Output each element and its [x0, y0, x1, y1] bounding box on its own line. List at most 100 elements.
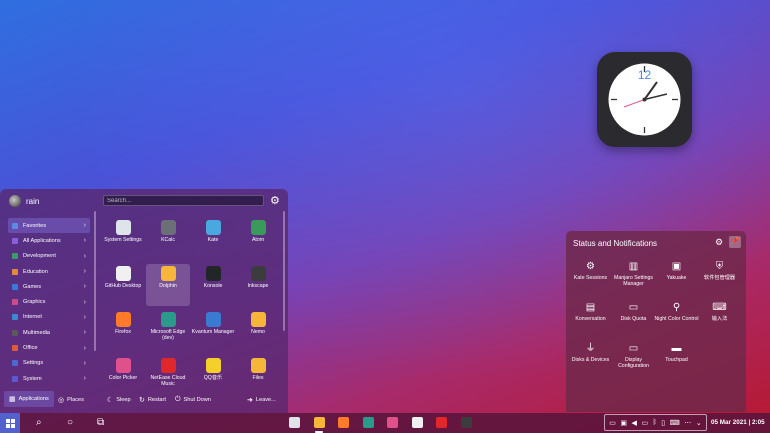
status-item[interactable]: ⌨ 输入法 — [697, 302, 742, 322]
app-item[interactable]: Kvantum Manager — [191, 310, 235, 352]
category-item[interactable]: System › — [8, 371, 90, 386]
category-item[interactable]: All Applications › — [8, 233, 90, 248]
category-label: Multimedia — [23, 329, 51, 336]
app-label: QQ音乐 — [203, 375, 223, 381]
category-item[interactable]: Internet › — [8, 310, 90, 325]
terminal-icon: ▣ — [671, 261, 682, 272]
clipboard-icon[interactable]: ▣ — [620, 419, 627, 427]
category-item[interactable]: Favorites › — [8, 218, 90, 234]
taskbar-app-github[interactable] — [411, 417, 423, 428]
power-icon: ⏻ — [175, 396, 181, 403]
taskbar-app-files[interactable] — [313, 417, 325, 428]
taskbar-clock[interactable]: 05 Mar 2021 | 2:05 — [711, 419, 765, 426]
manjaro-icon: ▥ — [628, 261, 639, 272]
taskbar-app-settings[interactable] — [289, 417, 300, 428]
search-input[interactable] — [103, 195, 264, 206]
category-item[interactable]: Settings › — [8, 356, 90, 371]
volume-icon[interactable]: ◀ — [632, 419, 637, 427]
status-item[interactable]: ▣ Yakuake — [654, 261, 699, 281]
task-view-icon[interactable]: ⧉ — [97, 418, 104, 428]
chevron-right-icon: › — [83, 268, 86, 276]
taskbar-app-netease-music[interactable] — [436, 417, 447, 428]
moon-icon: ☾ — [107, 397, 114, 404]
app-icon — [205, 220, 221, 235]
bluetooth-icon[interactable]: ᛒ — [653, 419, 657, 426]
user-name: rain — [26, 196, 40, 206]
app-item[interactable]: KCalc — [146, 218, 190, 260]
pin-icon[interactable]: 📌 — [729, 236, 741, 248]
app-label: Kate — [207, 237, 219, 243]
phone-icon[interactable]: ▯ — [661, 419, 665, 427]
taskbar-app-color-picker[interactable] — [387, 417, 398, 428]
taskbar-app-edge[interactable] — [362, 417, 374, 428]
app-item[interactable]: Kate — [191, 218, 235, 260]
app-label: Atom — [251, 237, 265, 243]
sleep-button[interactable]: ☾ Sleep — [107, 396, 131, 404]
category-item[interactable]: Office › — [8, 340, 90, 355]
category-scrollbar[interactable] — [94, 211, 96, 351]
category-icon — [12, 345, 18, 352]
category-item[interactable]: Games › — [8, 279, 90, 294]
category-item[interactable]: Multimedia › — [8, 325, 90, 340]
taskbar-app-inkscape[interactable] — [460, 417, 472, 428]
app-icon — [115, 358, 131, 373]
battery-icon[interactable]: ▭ — [641, 419, 648, 427]
status-item[interactable]: ⚲ Night Color Control — [654, 302, 699, 322]
shield-icon: ⛨ — [715, 261, 724, 272]
applications-tab-label: Applications — [18, 396, 49, 402]
app-label: Konsole — [203, 283, 223, 289]
gear-icon[interactable]: ⚙ — [715, 237, 723, 248]
app-scrollbar[interactable] — [283, 211, 285, 331]
app-item[interactable]: System Settings — [101, 218, 145, 260]
app-item[interactable]: GitHub Desktop — [101, 264, 145, 306]
category-item[interactable]: Education › — [8, 264, 90, 279]
cortana-circle-icon[interactable]: ○ — [67, 418, 73, 428]
gear-icon[interactable]: ⚙ — [270, 194, 280, 207]
chevron-right-icon: › — [83, 283, 86, 291]
network-icon[interactable]: ⋯ — [684, 419, 691, 427]
app-icon — [160, 358, 176, 373]
start-button[interactable] — [0, 413, 20, 433]
app-item[interactable]: Dolphin — [146, 264, 190, 306]
restart-button[interactable]: ↻ Restart — [139, 396, 166, 404]
status-item[interactable]: ▬ Touchpad — [654, 343, 699, 363]
kate-sessions-icon: ⚙ — [586, 261, 595, 272]
app-label: NetEase Cloud Music — [150, 375, 186, 387]
status-item[interactable]: ⛨ 软件包管理器 — [697, 261, 742, 281]
app-item[interactable]: Inkscape — [236, 264, 280, 306]
status-item[interactable]: ▥ Manjaro Settings Manager — [611, 261, 656, 287]
active-indicator — [315, 431, 323, 433]
app-item[interactable]: Firefox — [101, 310, 145, 352]
app-item[interactable]: Microsoft Edge (dev) — [146, 310, 190, 352]
touchpad-icon: ▬ — [671, 343, 682, 354]
category-label: System — [23, 375, 42, 382]
keyboard-icon[interactable]: ⌨ — [670, 419, 680, 427]
category-item[interactable]: Graphics › — [8, 294, 90, 309]
app-label: Color Picker — [108, 375, 138, 381]
taskbar-app-firefox[interactable] — [338, 417, 349, 428]
chat-icon[interactable]: ▭ — [609, 419, 616, 427]
shutdown-button[interactable]: ⏻ Shut Down — [175, 396, 211, 404]
app-item[interactable]: Konsole — [191, 264, 235, 306]
app-label: Inkscape — [247, 283, 269, 289]
status-item[interactable]: ▭ Disk Quota — [611, 302, 656, 322]
app-item[interactable]: Nemo — [236, 310, 280, 352]
chevron-up-icon[interactable]: ⌄ — [696, 419, 702, 427]
app-icon — [160, 220, 176, 235]
avatar[interactable] — [9, 195, 21, 207]
category-label: All Applications — [23, 237, 61, 244]
category-item[interactable]: Development › — [8, 249, 90, 264]
places-tab[interactable]: ◎ Places — [58, 396, 84, 404]
svg-text:12: 12 — [638, 68, 652, 82]
status-item[interactable]: ⚙ Kate Sessions — [568, 261, 613, 281]
category-icon — [12, 329, 18, 336]
applications-tab[interactable]: ▦ Applications — [4, 391, 54, 407]
app-label: Dolphin — [159, 283, 177, 289]
status-item[interactable]: ⏚ Disks & Devices — [568, 343, 613, 363]
leave-button[interactable]: ➜ Leave... — [247, 396, 276, 404]
status-item[interactable]: ▭ Display Configuration — [611, 343, 656, 369]
app-label: GitHub Desktop — [104, 283, 142, 289]
search-icon[interactable]: ⌕ — [36, 418, 42, 428]
status-item[interactable]: ▤ Konversation — [568, 302, 613, 322]
app-item[interactable]: Atom — [236, 218, 280, 260]
